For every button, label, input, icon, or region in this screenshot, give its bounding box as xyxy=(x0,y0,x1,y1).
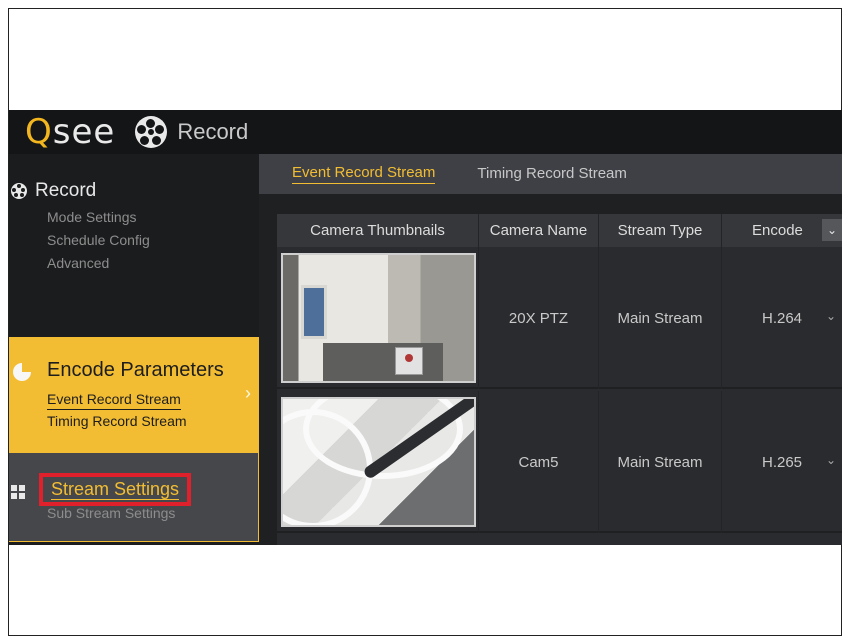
header-stream-type: Stream Type xyxy=(599,214,722,247)
sidebar-item-mode-settings[interactable]: Mode Settings xyxy=(47,209,137,225)
chevron-right-icon: › xyxy=(245,383,251,403)
camera-name-cell: Cam5 xyxy=(479,391,599,533)
camera-name-cell: 20X PTZ xyxy=(479,247,599,389)
sidebar-section-record[interactable]: Record xyxy=(9,178,96,204)
camera-thumbnail-cell xyxy=(277,391,479,533)
chevron-down-icon: ⌄ xyxy=(825,309,836,323)
tab-event-record-stream[interactable]: Event Record Stream xyxy=(292,164,436,184)
stream-type-cell: Main Stream xyxy=(599,247,722,389)
camera-thumbnail-image xyxy=(281,397,476,527)
top-bar: Qsee Record xyxy=(9,110,842,154)
table-row[interactable]: 20X PTZ Main Stream H.264 ⌄ xyxy=(277,247,842,389)
sidebar: Record Mode Settings Schedule Config Adv… xyxy=(9,154,259,545)
sidebar-item-sub-stream-settings[interactable]: Sub Stream Settings xyxy=(47,505,175,521)
table-row[interactable]: Cam5 Main Stream H.265 ⌄ xyxy=(277,391,842,533)
film-reel-icon xyxy=(11,183,27,199)
table-header: Camera Thumbnails Camera Name Stream Typ… xyxy=(277,214,842,247)
camera-thumbnail-image xyxy=(281,253,476,383)
sidebar-item-schedule-config[interactable]: Schedule Config xyxy=(47,232,150,248)
page-title: Record xyxy=(177,119,249,144)
stream-table: Camera Thumbnails Camera Name Stream Typ… xyxy=(277,214,842,545)
header-camera-thumbnails: Camera Thumbnails xyxy=(277,214,479,247)
grid-icon xyxy=(11,485,25,499)
tab-timing-record-stream[interactable]: Timing Record Stream xyxy=(477,165,627,184)
stream-settings-highlighted[interactable]: Stream Settings xyxy=(39,473,192,506)
header-encode: Encode ⌄ xyxy=(722,214,842,247)
header-camera-name: Camera Name xyxy=(479,214,599,247)
pie-chart-icon xyxy=(13,363,31,381)
sidebar-section-stream-settings[interactable]: Stream Settings Sub Stream Settings xyxy=(9,452,259,542)
qsee-logo: Qsee xyxy=(25,112,116,152)
sidebar-item-event-record-stream[interactable]: Event Record Stream xyxy=(47,391,181,410)
encode-select[interactable]: H.264 ⌄ xyxy=(722,247,842,389)
tab-bar: Event Record Stream Timing Record Stream xyxy=(259,154,842,194)
chevron-down-icon[interactable]: ⌄ xyxy=(822,219,842,241)
camera-thumbnail-cell xyxy=(277,247,479,389)
sidebar-item-timing-record-stream[interactable]: Timing Record Stream xyxy=(47,413,187,431)
stream-type-cell: Main Stream xyxy=(599,391,722,533)
film-reel-icon xyxy=(135,116,168,148)
sidebar-item-advanced[interactable]: Advanced xyxy=(47,255,109,271)
nvr-record-window: Qsee Record Record Mode Settings Schedul… xyxy=(9,110,842,545)
main-content: Event Record Stream Timing Record Stream… xyxy=(259,154,842,545)
chevron-down-icon: ⌄ xyxy=(825,453,836,467)
encode-parameters-title: Encode Parameters xyxy=(47,359,224,381)
encode-select[interactable]: H.265 ⌄ xyxy=(722,391,842,533)
sidebar-section-encode-parameters[interactable]: Encode Parameters Event Record Stream Ti… xyxy=(9,337,259,452)
